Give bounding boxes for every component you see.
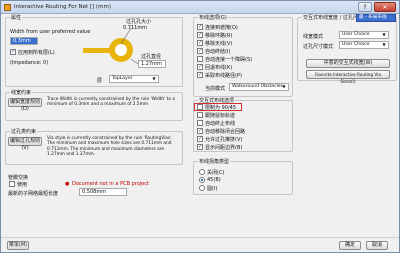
- via-mode-select[interactable]: User Choice ▼: [339, 41, 389, 49]
- warning-icon: ●: [65, 181, 70, 187]
- via-constraint-text: Via style is currently constrained by th…: [47, 136, 173, 158]
- ro-label-3: 自动终结(I): [205, 49, 231, 55]
- width-label: Width from user preferred value: [10, 29, 91, 35]
- help-button[interactable]: ?: [358, 2, 372, 12]
- io-label-4: 允许过孔推挤(V): [205, 137, 243, 143]
- io-checkbox-5[interactable]: ✓: [197, 144, 203, 150]
- io-checkbox-1[interactable]: [197, 112, 203, 118]
- footer-divider: [1, 237, 399, 238]
- corner-style-title: 布线拐角类型: [198, 158, 231, 165]
- chevron-down-icon: ▼: [382, 42, 386, 47]
- via-diam-label: 过孔直径: [141, 54, 162, 60]
- favorite-vias-button[interactable]: Favorite Interactive Routing Via Sizes(I…: [306, 70, 390, 84]
- close-button[interactable]: ✕: [374, 2, 396, 12]
- via-hole: [115, 44, 127, 56]
- ro-checkbox-5[interactable]: ✓: [197, 64, 203, 70]
- menu-button[interactable]: 菜单(M): [7, 241, 29, 250]
- edit-via-rule-button[interactable]: 编辑过孔规则(V): [8, 137, 42, 151]
- chevron-down-icon: ▼: [382, 32, 386, 37]
- io-label-5: 显示间距边界(B): [205, 145, 243, 151]
- impedance-text: (Impedance: 0): [10, 60, 49, 66]
- ok-button[interactable]: 确定: [339, 241, 361, 250]
- layer-select[interactable]: TopLayer ▼: [109, 75, 159, 83]
- corner-label-round: 圆(I): [207, 186, 218, 192]
- min-length-label: 最新的子网络最短长度: [8, 191, 59, 197]
- ro-label-0: 连接到遮掩(O): [205, 25, 238, 31]
- io-label-3: 自动移除闭合回路: [205, 129, 246, 135]
- preset-dropdown[interactable]: 最 - 布局布线: [356, 14, 396, 22]
- apply-all-layers-label: 应用到所有层(L): [18, 50, 55, 56]
- io-checkbox-4[interactable]: ✓: [197, 136, 203, 142]
- window-title: Interactive Routing For Net [] (mm): [14, 4, 112, 10]
- io-label-1: 跟随鼠标轨迹: [205, 113, 236, 119]
- chevron-down-icon: ▼: [152, 76, 156, 81]
- corner-radio-off[interactable]: [199, 169, 205, 175]
- via-hole-label: 过孔孔大小: [126, 19, 152, 25]
- ro-checkbox-6[interactable]: ✓: [197, 72, 203, 78]
- via-hole-input[interactable]: 0.711mm: [121, 25, 147, 33]
- ro-checkbox-0[interactable]: ✓: [197, 24, 203, 30]
- mode-select[interactable]: Walkaround Obstacles ▼: [229, 83, 289, 91]
- via-diam-input[interactable]: 1.27mm: [138, 60, 166, 68]
- ro-checkbox-2[interactable]: ✓: [197, 40, 203, 46]
- width-constraint-title: 线宽约束: [10, 89, 33, 96]
- favorite-widths-button[interactable]: 中意的交互式线宽(W): [306, 59, 390, 68]
- ro-label-1: 移除环路(R): [205, 33, 233, 39]
- apply-all-layers-checkbox[interactable]: ✓: [10, 49, 16, 55]
- routing-options-title: 布线选项(G): [198, 14, 228, 21]
- corner-radio-round[interactable]: [199, 185, 205, 191]
- corner-label-45: 45(B): [207, 177, 221, 183]
- ro-checkbox-4[interactable]: [197, 56, 203, 62]
- io-checkbox-0[interactable]: [197, 104, 203, 110]
- width-constraint-text: Trace Width is currently constrained by …: [47, 97, 175, 108]
- io-label-0: 限制为 90/45: [205, 105, 236, 111]
- via-mode-label: 过孔尺寸模式: [303, 44, 334, 50]
- edit-width-rule-button[interactable]: 编辑宽度规则(D): [8, 98, 42, 112]
- dialog-window: Interactive Routing For Net [] (mm) ? ✕ …: [0, 0, 400, 253]
- ro-checkbox-3[interactable]: ✓: [197, 48, 203, 54]
- width-input[interactable]: 0.3mm: [10, 37, 38, 45]
- pad-swap-label: 管脚交换: [8, 175, 29, 181]
- app-icon: [4, 4, 11, 11]
- width-mode-select[interactable]: User Choice ▼: [339, 31, 389, 39]
- min-length-input[interactable]: 0.508mm: [79, 188, 127, 196]
- layer-label: 层: [97, 78, 103, 84]
- pad-swap-checkbox[interactable]: [9, 181, 15, 187]
- pad-swap-checkbox-label: 使用: [17, 182, 28, 188]
- ro-label-5: 回退布线(K): [205, 65, 233, 71]
- properties-title: 属性: [10, 14, 23, 21]
- ro-label-4: 自动连接一个障碍(S): [205, 57, 253, 63]
- cancel-button[interactable]: 取消: [366, 241, 388, 250]
- io-checkbox-2[interactable]: [197, 120, 203, 126]
- io-label-2: 自动终止布线: [205, 121, 236, 127]
- io-checkbox-3[interactable]: ✓: [197, 128, 203, 134]
- via-constraint-title: 过孔类约束: [10, 128, 38, 135]
- ro-checkbox-1[interactable]: ✓: [197, 32, 203, 38]
- width-mode-label: 线宽模式: [303, 34, 324, 40]
- ro-label-6: 采取布线路径(P): [205, 73, 242, 79]
- corner-radio-45[interactable]: [199, 177, 205, 183]
- pad-swap-status: Document not in a PCB project: [72, 181, 149, 187]
- ro-label-2: 移除天线(V): [205, 41, 233, 47]
- corner-label-off: 关闭(C): [207, 170, 225, 176]
- chevron-down-icon: ▼: [282, 84, 286, 89]
- title-bar: Interactive Routing For Net [] (mm) ? ✕: [1, 1, 399, 14]
- mode-label: 当前模式: [205, 86, 226, 92]
